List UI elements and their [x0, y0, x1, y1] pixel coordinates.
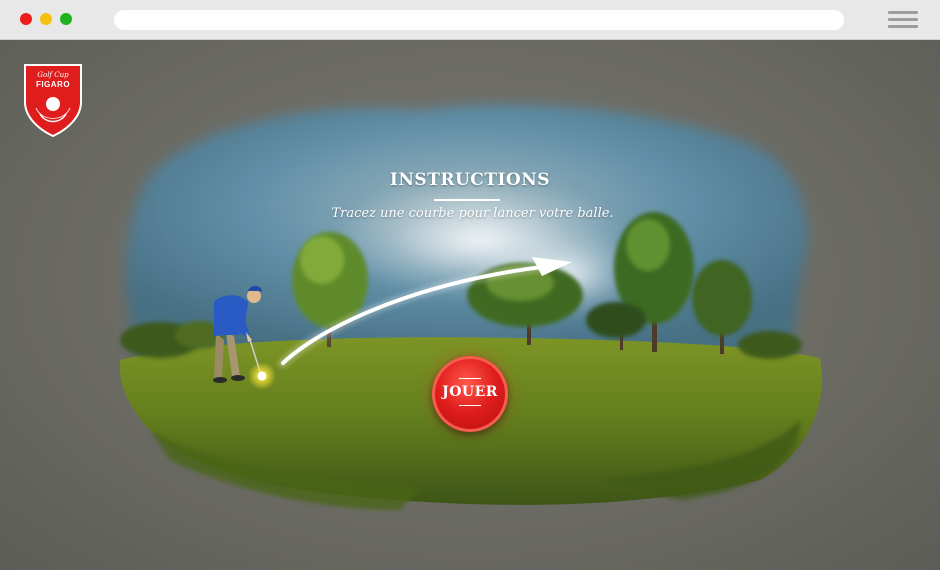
minimize-window-icon[interactable]: [40, 13, 52, 25]
golf-scene-illustration: [119, 104, 822, 510]
logo-name: FIGARO: [35, 80, 71, 89]
address-bar[interactable]: [114, 10, 844, 30]
golf-cup-figaro-logo[interactable]: Golf Cup FIGARO: [22, 62, 84, 138]
maximize-window-icon[interactable]: [60, 13, 72, 25]
game-viewport: Golf Cup FIGARO INSTRUCTIONS Tracez une …: [0, 40, 940, 570]
play-button[interactable]: JOUER: [432, 356, 508, 432]
hamburger-menu-icon[interactable]: [888, 11, 918, 29]
play-button-label: JOUER: [442, 384, 498, 400]
play-button-rule-top: [459, 378, 481, 379]
title-divider: [434, 199, 500, 201]
browser-window: Golf Cup FIGARO INSTRUCTIONS Tracez une …: [0, 0, 940, 570]
play-button-rule-bottom: [459, 405, 481, 406]
browser-toolbar: [0, 0, 940, 40]
instructions-text: Tracez une courbe pour lancer votre ball…: [331, 206, 614, 221]
close-window-icon[interactable]: [20, 13, 32, 25]
logo-tagline: Golf Cup: [37, 71, 69, 79]
instructions-title: INSTRUCTIONS: [389, 170, 551, 190]
